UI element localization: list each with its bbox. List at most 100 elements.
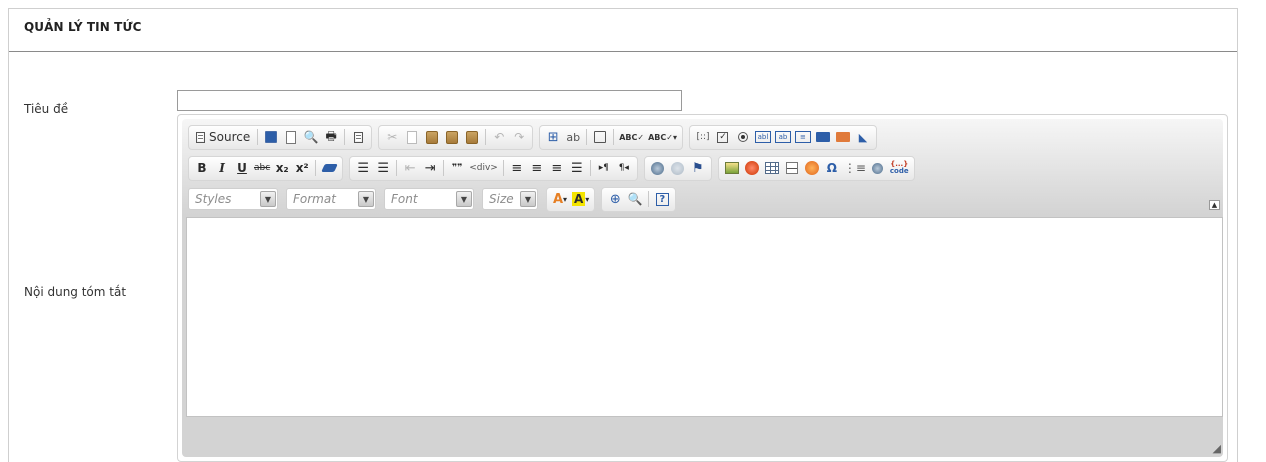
create-div-button[interactable]: <div> [467,158,500,179]
anchor-button[interactable]: ⚑ [688,158,708,179]
italic-button[interactable]: I [212,158,232,179]
anchor-flag-icon: ⚑ [691,160,704,176]
templates-button[interactable] [348,127,368,148]
align-center-icon: ≡ [531,160,543,176]
spell-check-button[interactable]: ABC✓ [617,127,646,148]
maximize-button[interactable]: ⊕ [605,189,625,210]
bulleted-list-button[interactable]: ☰ [373,158,393,179]
format-combo-label: Format [293,192,336,206]
horizontal-rule-button[interactable] [782,158,802,179]
replace-button[interactable]: ab [563,127,583,148]
select-all-button[interactable] [590,127,610,148]
spell-check-icon: ABC✓ [619,132,645,142]
align-right-button[interactable]: ≡ [547,158,567,179]
align-right-icon: ≡ [551,160,563,176]
bold-button[interactable]: B [192,158,212,179]
align-center-button[interactable]: ≡ [527,158,547,179]
find-button[interactable]: ⊞ [543,127,563,148]
underline-button[interactable]: U [232,158,252,179]
justify-icon: ☰ [570,160,583,176]
blockquote-button[interactable]: ❞❞ [447,158,467,179]
select-field-button[interactable]: ≡ [793,127,813,148]
toolbar-group-insert: Ω ⋮≡ {...} code [717,155,915,181]
format-combo[interactable]: Format ▼ [286,188,376,210]
text-field-icon: abl [754,131,771,143]
size-combo[interactable]: Size ▼ [482,188,538,210]
flash-button[interactable] [742,158,762,179]
iframe-button[interactable] [868,158,888,179]
checkbox-button[interactable]: ✓ [713,127,733,148]
text-color-button[interactable]: A ▾ [550,189,570,210]
rtl-button[interactable]: ¶◂ [614,158,634,179]
paste-word-icon [466,130,479,144]
textarea-button[interactable]: ab [773,127,793,148]
chevron-down-icon: ▼ [358,191,374,207]
subscript-button[interactable]: x₂ [272,158,292,179]
source-icon [196,131,205,143]
text-color-icon: A [552,191,564,207]
form-button[interactable]: [::] [693,127,713,148]
outdent-button[interactable]: ⇤ [400,158,420,179]
smiley-button[interactable] [802,158,822,179]
code-snippet-button[interactable]: {...} code [888,158,911,179]
source-label: Source [209,130,251,144]
image-button-field-button[interactable] [833,127,853,148]
justify-button[interactable]: ☰ [567,158,587,179]
special-char-button[interactable]: Ω [822,158,842,179]
numbered-list-icon: ☰ [357,160,370,176]
show-blocks-button[interactable]: 🔍 [625,189,645,210]
new-page-button[interactable] [281,127,301,148]
horizontal-rule-icon [785,162,798,174]
button-field-button[interactable] [813,127,833,148]
print-button[interactable]: 🖶 [321,127,341,148]
superscript-button[interactable]: x² [292,158,312,179]
table-button[interactable] [762,158,782,179]
div-icon: <div> [469,163,498,173]
text-field-button[interactable]: abl [753,127,773,148]
redo-button[interactable]: ↷ [509,127,529,148]
about-button[interactable]: ? [652,189,672,210]
undo-button[interactable]: ↶ [489,127,509,148]
radio-button[interactable] [733,127,753,148]
align-left-button[interactable]: ≡ [507,158,527,179]
numbered-list-button[interactable]: ☰ [353,158,373,179]
editor-content-area[interactable] [186,217,1223,417]
separator [648,191,650,207]
resize-handle-icon[interactable]: ◢ [1209,443,1221,455]
save-button[interactable] [261,127,281,148]
font-combo[interactable]: Font ▼ [384,188,474,210]
button-field-icon [815,132,830,142]
copy-button[interactable] [402,127,422,148]
link-icon [651,161,665,175]
cut-button[interactable]: ✂ [382,127,402,148]
title-input[interactable] [177,90,682,111]
ltr-button[interactable]: ▸¶ [594,158,614,179]
chevron-down-icon: ▼ [520,191,536,207]
preview-button[interactable]: 🔍 [301,127,321,148]
page-break-icon: ⋮≡ [843,161,866,175]
scayt-icon: ABC✓▾ [648,132,677,142]
bulleted-list-icon: ☰ [377,160,390,176]
source-button[interactable]: Source [192,127,254,148]
page-break-button[interactable]: ⋮≡ [842,158,868,179]
new-page-icon [286,130,297,144]
image-button[interactable] [722,158,742,179]
paste-word-button[interactable] [462,127,482,148]
paste-text-button[interactable] [442,127,462,148]
remove-format-button[interactable] [319,158,339,179]
show-blocks-icon: 🔍 [627,192,643,206]
hidden-field-button[interactable]: ◣ [853,127,873,148]
spell-check-as-you-type-button[interactable]: ABC✓▾ [646,127,679,148]
styles-combo[interactable]: Styles ▼ [188,188,278,210]
unlink-button[interactable] [668,158,688,179]
toolbar-row-1: Source 🔍 🖶 ✂ ↶ ↷ ⊞ ab ABC✓ ABC✓▾ [::] ✓ … [188,124,883,150]
paste-button[interactable] [422,127,442,148]
bg-color-button[interactable]: A ▾ [570,189,591,210]
strike-button[interactable]: abc [252,158,272,179]
link-button[interactable] [648,158,668,179]
toolbar-row-2: B I U abc x₂ x² ☰ ☰ ⇤ ⇥ ❞❞ <div> ≡ ≡ ≡ ☰… [188,155,921,181]
eraser-icon [320,164,338,172]
paste-text-icon [446,130,459,144]
indent-button[interactable]: ⇥ [420,158,440,179]
collapse-toolbar-button[interactable]: ▲ [1209,200,1220,210]
